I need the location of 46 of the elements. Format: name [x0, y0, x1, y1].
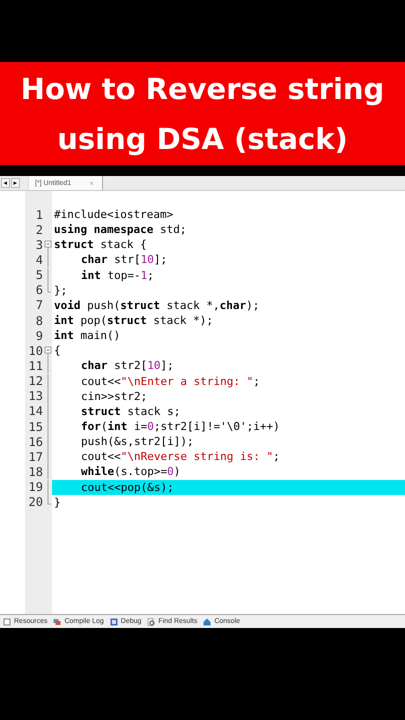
line-number: 18	[28, 464, 43, 479]
line-number: 4	[36, 252, 43, 267]
line-number: 17	[28, 450, 43, 464]
code-line: #include<iostream>	[53, 207, 174, 222]
code-line: cout<<"\nEnter a string: ";	[80, 374, 261, 389]
line-number: 16	[28, 434, 43, 449]
code-line: };	[53, 282, 68, 298]
line-number: 6	[36, 283, 43, 298]
code-line: push(&s,str2[i]);	[80, 434, 195, 450]
code-line: char str2[10];	[80, 358, 175, 374]
line-number: 15	[28, 420, 43, 434]
code-line: int main()	[53, 328, 122, 344]
code-line: int top=-1;	[80, 268, 155, 283]
code-line: cin>>str2;	[80, 388, 148, 404]
line-number: 1	[36, 208, 43, 222]
line-number: 3	[36, 238, 43, 252]
code-line: {	[53, 343, 62, 358]
line-number: 19	[28, 480, 43, 494]
code-line: void push(struct stack *,char);	[53, 298, 260, 313]
console-icon[interactable]	[203, 618, 212, 626]
line-number: 8	[36, 314, 43, 328]
line-number: 10	[28, 344, 43, 358]
line-number: 7	[36, 298, 43, 312]
line-number: 9	[36, 328, 43, 343]
code-line: cout<<"\nReverse string is: ";	[80, 449, 281, 464]
code-line: }	[53, 494, 62, 510]
code-line: using namespace std;	[53, 222, 188, 238]
code-line: for(int i=0;str2[i]!='\0';i++)	[80, 419, 281, 434]
resources-icon[interactable]	[3, 618, 11, 626]
line-number: 12	[28, 374, 43, 388]
code-line: int pop(struct stack *);	[53, 313, 214, 328]
code-line: struct stack {	[53, 237, 148, 252]
code-line: char str[10];	[80, 252, 168, 268]
banner-title: using DSA (stack)	[57, 120, 348, 158]
line-number: 20	[28, 495, 43, 510]
banner-title: How to Reverse string	[20, 70, 384, 108]
line-number: 11	[28, 358, 43, 373]
line-number: 13	[28, 389, 43, 404]
code-line: struct stack s;	[80, 404, 182, 419]
line-number: 5	[36, 268, 43, 282]
code-line: while(s.top>=0)	[80, 464, 182, 480]
debug-icon[interactable]	[110, 618, 118, 626]
compile-icon[interactable]	[53, 618, 62, 626]
find-icon[interactable]	[147, 618, 156, 626]
line-number: 2	[36, 222, 43, 237]
line-number: 14	[28, 404, 43, 418]
